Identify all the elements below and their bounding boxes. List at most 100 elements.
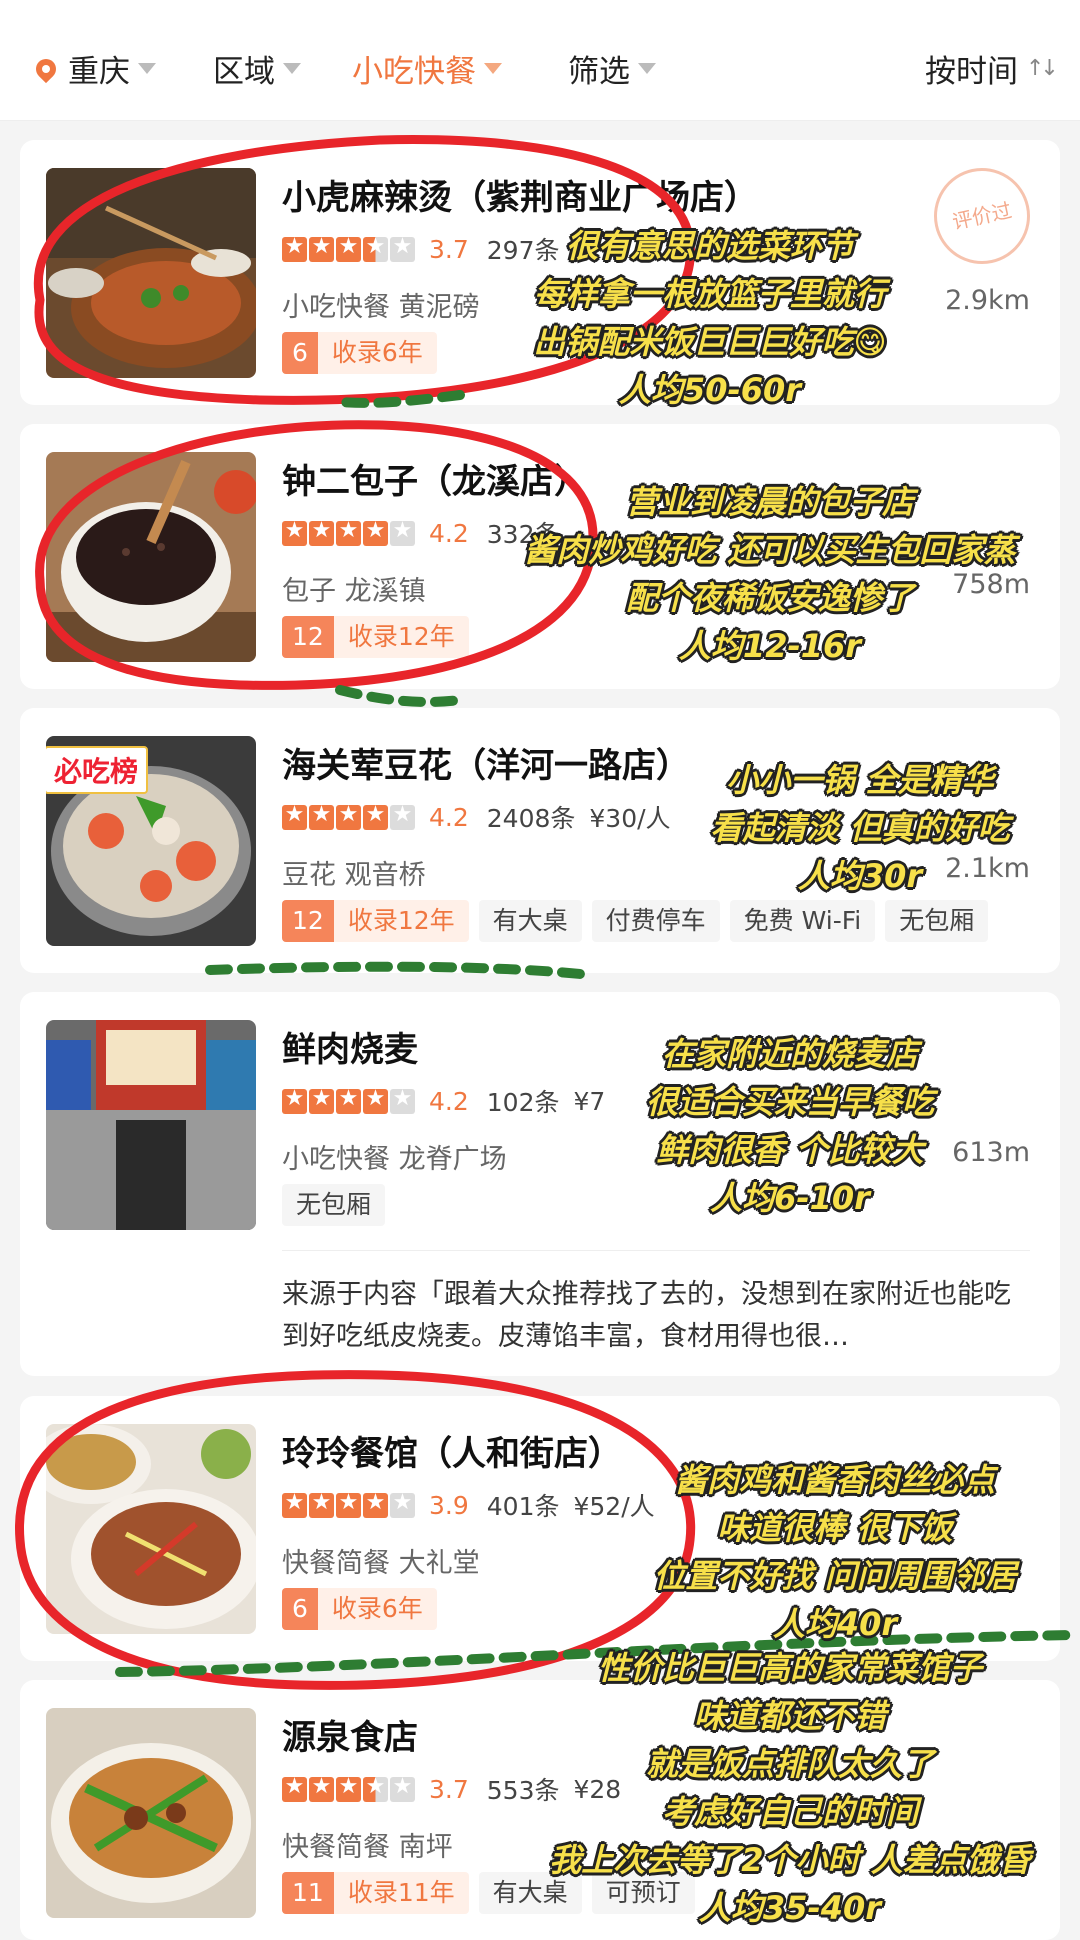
area-filter[interactable]: 区域 — [213, 46, 301, 91]
star-icon — [363, 1086, 388, 1114]
sort-icon: ↑↓ — [1026, 56, 1059, 81]
star-icon — [363, 234, 388, 262]
star-icon — [336, 518, 361, 546]
star-rating — [282, 802, 415, 830]
star-icon — [282, 1490, 307, 1518]
chevron-down-icon — [283, 63, 301, 74]
star-icon — [282, 802, 307, 830]
annotation-4: 酱肉鸡和酱香肉丝必点 味道很棒 很下饭 位置不好找 问问周围邻居 人均40r — [653, 1461, 1017, 1643]
review-count: 102条 — [486, 1088, 560, 1117]
category-area: 快餐简餐 大礼堂 — [282, 1548, 480, 1579]
review-count: 401条 — [486, 1492, 560, 1521]
star-icon — [336, 1490, 361, 1518]
feature-tag: 有大桌 — [478, 900, 582, 942]
restaurant-name[interactable]: 源泉食店 — [282, 1710, 418, 1759]
star-icon — [363, 802, 388, 830]
rating-score: 4.2 — [429, 1086, 469, 1116]
star-icon — [282, 1086, 307, 1114]
category-area: 包子 龙溪镇 — [282, 576, 426, 607]
star-icon — [309, 1086, 334, 1114]
star-icon — [309, 802, 334, 830]
star-rating — [282, 1774, 415, 1802]
star-rating — [282, 518, 415, 546]
restaurant-name[interactable]: 玲玲餐馆（人和街店） — [282, 1426, 622, 1475]
star-rating — [282, 1490, 415, 1518]
rating-score: 3.7 — [429, 1774, 469, 1804]
years-listed-tag: 11 收录11年 — [282, 1872, 469, 1914]
star-rating — [282, 1086, 415, 1114]
category-area: 小吃快餐 龙脊广场 — [282, 1144, 507, 1175]
feature-tag: 无包厢 — [282, 1184, 386, 1226]
annotation-0: 很有意思的选菜环节 每样拿一根放篮子里就行 出锅配米饭巨巨巨好吃😋 人均50-6… — [533, 227, 887, 409]
must-eat-badge: 必吃榜 — [46, 746, 149, 794]
annotation-3: 在家附近的烧麦店 很适合买来当早餐吃 鲜肉很香 个比较大 人均6-10r — [645, 1035, 934, 1217]
star-icon — [390, 1490, 415, 1518]
restaurant-name[interactable]: 海关荤豆花（洋河一路店） — [282, 738, 690, 787]
restaurant-name[interactable]: 小虎麻辣烫（紫荆商业广场店） — [282, 170, 758, 219]
feature-tag: 免费 Wi-Fi — [729, 900, 876, 942]
star-icon — [336, 1086, 361, 1114]
star-icon — [390, 518, 415, 546]
chevron-down-icon — [638, 63, 656, 74]
star-icon — [309, 1490, 334, 1518]
star-icon — [282, 518, 307, 546]
star-icon — [336, 234, 361, 262]
star-icon — [363, 1490, 388, 1518]
star-icon — [336, 1774, 361, 1802]
annotation-1: 营业到凌晨的包子店 酱肉炒鸡好吃 还可以买生包回家蒸 配个夜稀饭安逸惨了 人均1… — [524, 483, 1016, 665]
star-icon — [363, 1774, 388, 1802]
tag-list: 6 收录6年 — [282, 1588, 437, 1630]
star-icon — [309, 1774, 334, 1802]
category-area: 快餐简餐 南坪 — [282, 1832, 453, 1863]
restaurant-photo — [46, 1424, 256, 1634]
star-icon — [390, 234, 415, 262]
rating-score: 3.7 — [429, 234, 469, 264]
years-listed-tag: 12 收录12年 — [282, 616, 469, 658]
location-pin-icon — [31, 54, 61, 83]
sort-filter[interactable]: 按时间 ↑↓ — [925, 46, 1059, 91]
restaurant-photo — [46, 452, 256, 662]
filter-bar: 重庆 区域 小吃快餐 筛选 按时间 ↑↓ — [0, 0, 1080, 121]
years-listed-tag: 6 收录6年 — [282, 1588, 437, 1630]
review-count: 2408条 — [486, 804, 576, 833]
city-filter[interactable]: 重庆 — [31, 46, 156, 91]
tag-list: 无包厢 — [282, 1184, 386, 1226]
green-dash-mark — [335, 685, 465, 707]
rating-row: 4.2 2408条 ¥30/人 — [282, 800, 671, 834]
category-area: 豆花 观音桥 — [282, 860, 426, 891]
restaurant-photo — [46, 1020, 256, 1230]
star-icon — [309, 234, 334, 262]
annotation-5: 性价比巨巨高的家常菜馆子 味道都还不错 就是饭点排队太久了 考虑好自己的时间 我… — [549, 1649, 1031, 1927]
avg-price: ¥7 — [573, 1086, 606, 1116]
tag-list: 12 收录12年 有大桌 付费停车 免费 Wi-Fi 无包厢 — [282, 900, 989, 942]
feature-tag: 付费停车 — [591, 900, 720, 942]
rating-score: 4.2 — [429, 518, 469, 548]
chevron-down-icon — [138, 63, 156, 74]
star-rating — [282, 234, 415, 262]
star-icon — [282, 1774, 307, 1802]
restaurant-photo — [46, 168, 256, 378]
distance: 2.9km — [945, 285, 1030, 316]
tag-list: 6 收录6年 — [282, 332, 437, 374]
annotation-2: 小小一锅 全是精华 看起清淡 但真的好吃 人均30r — [710, 761, 1010, 895]
rating-row: 3.9 401条 ¥52/人 — [282, 1488, 655, 1522]
reviewed-stamp: 评价过 — [925, 159, 1039, 273]
screen-filter[interactable]: 筛选 — [568, 46, 656, 91]
rating-score: 3.9 — [429, 1490, 469, 1520]
rating-score: 4.2 — [429, 802, 469, 832]
avg-price: ¥30/人 — [589, 804, 671, 833]
star-icon — [309, 518, 334, 546]
rating-row: 4.2 102条 ¥7 — [282, 1084, 605, 1118]
tag-list: 12 收录12年 — [282, 616, 469, 658]
category-filter[interactable]: 小吃快餐 — [352, 46, 502, 91]
star-icon — [282, 234, 307, 262]
star-icon — [363, 518, 388, 546]
star-icon — [390, 1086, 415, 1114]
restaurant-photo — [46, 1708, 256, 1918]
restaurant-name[interactable]: 鲜肉烧麦 — [282, 1022, 418, 1071]
review-snippet[interactable]: 来源于内容「跟着大众推荐找了去的，没想到在家附近也能吃到好吃纸皮烧麦。皮薄馅丰富… — [282, 1274, 1032, 1358]
years-listed-tag: 12 收录12年 — [282, 900, 469, 942]
restaurant-photo: 必吃榜 — [46, 736, 256, 946]
star-icon — [390, 802, 415, 830]
star-icon — [336, 802, 361, 830]
